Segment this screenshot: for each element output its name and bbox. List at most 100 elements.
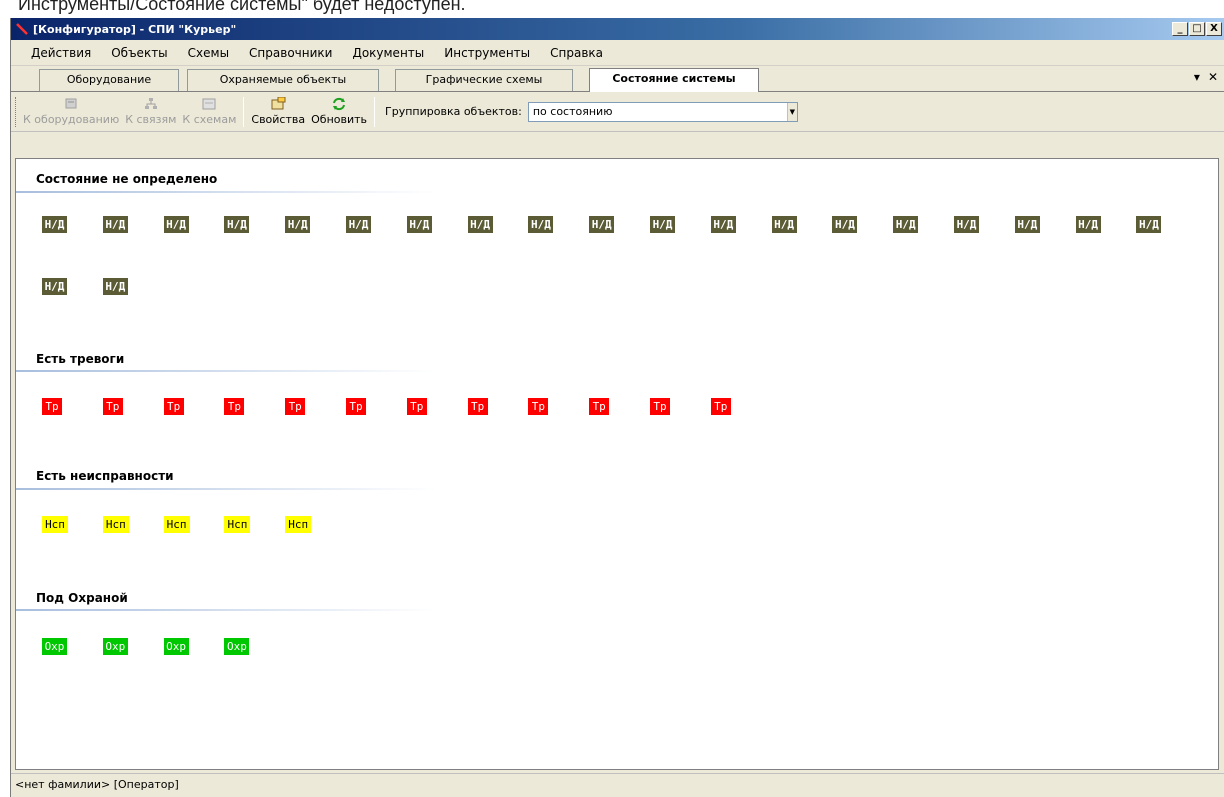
schema-icon [202,98,216,110]
tab-protected-objects[interactable]: Охраняемые объекты [187,69,379,91]
object-badge[interactable]: Тр [589,398,610,415]
object-badge[interactable]: Нсп [163,516,190,533]
object-badge[interactable]: Тр [650,398,670,415]
object-badge[interactable]: Н/Д [346,216,371,233]
section-title: Состояние не определено [36,172,218,186]
links-icon [144,98,157,109]
to-links-button[interactable]: К связям [122,93,179,131]
object-badge[interactable]: Н/Д [893,216,919,233]
object-badge[interactable]: Охр [42,638,67,655]
object-badge[interactable]: Нсп [224,516,251,533]
tab-equipment[interactable]: Оборудование [39,69,179,91]
menu-references[interactable]: Справочники [239,44,342,62]
object-badge[interactable]: Н/Д [1014,216,1040,233]
object-badge[interactable]: Тр [467,398,488,415]
properties-icon [271,97,286,110]
object-badge[interactable]: Н/Д [710,216,736,233]
object-badge[interactable]: Н/Д [1075,216,1101,233]
object-badge[interactable]: Н/Д [528,216,554,233]
object-badge[interactable]: Н/Д [467,216,493,233]
hardware-icon [65,98,77,109]
menu-help[interactable]: Справка [540,44,613,62]
section-divider [16,370,436,372]
chevron-down-icon[interactable]: ▼ [786,102,797,121]
object-badge[interactable]: Н/Д [224,216,250,233]
section-divider [16,609,436,611]
object-badge[interactable]: Н/Д [954,216,979,233]
properties-label: Свойства [251,113,306,126]
section-title: Есть неисправности [36,469,174,483]
object-badge[interactable]: Нсп [285,516,312,533]
object-badge[interactable]: Тр [710,398,731,415]
properties-button[interactable]: Свойства [248,93,308,131]
object-badge[interactable]: Тр [42,398,62,415]
grouping-label: Группировка объектов: [385,105,522,118]
to-equipment-button[interactable]: К оборудованию [20,93,122,131]
object-badge[interactable]: Тр [406,398,427,415]
tab-system-state[interactable]: Состояние системы [589,68,759,92]
status-bar: <нет фамилии> [Оператор] [11,773,1224,797]
section-title: Под Охраной [36,591,128,605]
tab-graphic-schemas[interactable]: Графические схемы [395,69,573,91]
refresh-label: Обновить [311,113,368,126]
section-title: Есть тревоги [36,352,125,366]
grouping-select[interactable]: по состоянию ▼ [527,101,798,122]
object-badge[interactable]: Тр [102,398,123,415]
to-schemas-button[interactable]: К схемам [179,93,239,131]
object-badge[interactable]: Охр [163,638,189,655]
title-bar[interactable]: [Конфигуратор] - СПИ "Курьер" _ □ X [11,18,1224,40]
menu-actions[interactable]: Действия [21,44,101,62]
menu-bar: Действия Объекты Схемы Справочники Докум… [11,40,1224,66]
menu-documents[interactable]: Документы [342,44,434,62]
object-badge[interactable]: Нсп [102,516,129,533]
object-badge[interactable]: Н/Д [771,216,797,233]
object-badge[interactable]: Тр [285,398,306,415]
object-badge[interactable]: Н/Д [42,278,67,295]
maximize-button[interactable]: □ [1189,22,1205,36]
object-badge[interactable]: Тр [528,398,549,415]
to-equipment-label: К оборудованию [23,113,120,126]
refresh-button[interactable]: Обновить [308,93,370,131]
object-badge[interactable]: Н/Д [102,278,128,295]
window-controls: _ □ X [1172,22,1222,36]
object-badge[interactable]: Тр [163,398,184,415]
object-badge[interactable]: Н/Д [42,216,67,233]
object-badge[interactable]: Н/Д [406,216,432,233]
object-badge[interactable]: Охр [102,638,128,655]
menu-tools[interactable]: Инструменты [434,44,540,62]
to-links-label: К связям [125,113,177,126]
tab-list-icon[interactable]: ▾ [1194,70,1200,84]
refresh-icon [333,97,346,111]
window-title: [Конфигуратор] - СПИ "Курьер" [33,22,237,36]
object-badge[interactable]: Нсп [42,516,68,533]
minimize-button[interactable]: _ [1172,22,1188,36]
close-button[interactable]: X [1206,22,1222,36]
app-window: [Конфигуратор] - СПИ "Курьер" _ □ X Дейс… [10,18,1224,797]
object-badge[interactable]: Тр [346,398,366,415]
tab-close-icon[interactable]: ✕ [1208,70,1218,84]
state-view: Состояние не определено Н/Д Н/Д Н/Д Н/Д Н/Д Н… [15,158,1219,770]
toolbar: К оборудованию К связям К схемам Свойств… [11,92,1224,132]
menu-objects[interactable]: Объекты [101,44,177,62]
toolbar-grip[interactable] [15,96,18,127]
object-badge[interactable]: Н/Д [589,216,615,233]
object-badge[interactable]: Н/Д [1136,216,1162,233]
tab-controls: ▾ ✕ [1194,70,1218,84]
to-schemas-label: К схемам [182,113,237,126]
caption-text: Инструменты/Состояние системы" будет нед… [18,0,466,14]
section-divider [16,488,436,490]
object-badge[interactable]: Н/Д [832,216,858,233]
object-badge[interactable]: Охр [224,638,250,655]
toolbar-separator [374,96,376,127]
menu-schemas[interactable]: Схемы [178,44,239,62]
app-icon [16,23,28,35]
object-badge[interactable]: Н/Д [102,216,128,233]
object-badge[interactable]: Н/Д [163,216,189,233]
object-badge[interactable]: Тр [224,398,245,415]
section-divider [16,191,436,193]
tab-bar: Оборудование Охраняемые объекты Графичес… [11,66,1224,92]
toolbar-separator [243,96,245,127]
grouping-value: по состоянию [532,105,613,118]
object-badge[interactable]: Н/Д [285,216,311,233]
object-badge[interactable]: Н/Д [650,216,675,233]
